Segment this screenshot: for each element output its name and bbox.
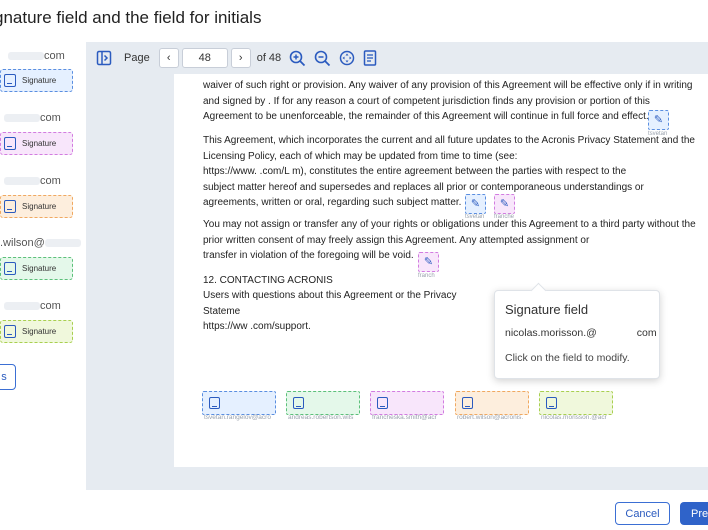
signature-icon <box>377 397 388 409</box>
initials-field[interactable]: ✎ <box>648 110 669 130</box>
recipient-sidebar: com Signature com Signature com Signatur… <box>0 42 86 490</box>
paragraph-entire-agreement: This Agreement, which incorporates the c… <box>203 135 695 208</box>
redacted-text <box>44 239 81 248</box>
recipient-email: com <box>4 175 61 187</box>
redacted-text <box>4 302 40 311</box>
page-label: Page <box>124 52 150 64</box>
cancel-button[interactable]: Cancel <box>615 502 670 525</box>
field-caption: franch <box>418 273 435 279</box>
recipient-email: com <box>8 50 65 62</box>
tooltip-title: Signature field <box>505 302 589 317</box>
signature-field-caption: andreas.robertson.wils <box>288 414 354 421</box>
fit-page-icon[interactable] <box>339 50 355 66</box>
signature-icon <box>293 397 304 409</box>
signature-field[interactable] <box>370 391 444 415</box>
signature-field[interactable] <box>455 391 529 415</box>
field-caption: franche <box>494 214 515 220</box>
dialog-footer <box>0 490 708 530</box>
initials-field[interactable]: ✎ <box>418 252 439 272</box>
signature-chip[interactable]: Signature <box>0 69 73 92</box>
redacted-text <box>4 177 40 186</box>
paragraph-assignment: You may not assign or transfer any of yo… <box>203 219 696 261</box>
redacted-text <box>597 329 637 337</box>
recipient-email: .wilson@ <box>0 237 81 249</box>
pencil-icon: ✎ <box>653 113 664 126</box>
signature-field[interactable] <box>539 391 613 415</box>
paragraph-waiver: waiver of such right or provision. Any w… <box>203 80 693 122</box>
redacted-text <box>8 52 44 61</box>
signature-field-caption: nicolas.morisson.@acr <box>541 414 607 421</box>
field-caption: tsvetan <box>465 214 485 220</box>
redacted-text <box>4 114 40 123</box>
signature-chip[interactable]: Signature <box>0 132 73 155</box>
initials-field[interactable]: ✎ <box>465 194 486 214</box>
page-number-input[interactable]: 48 <box>181 48 228 68</box>
paragraph-contacting: Users with questions about this Agreemen… <box>203 290 457 332</box>
tooltip-hint: Click on the field to modify. <box>505 352 630 364</box>
signature-field-tooltip: Signature field nicolas.morisson.@ com Cl… <box>494 290 660 379</box>
signature-icon <box>4 137 16 150</box>
signature-icon <box>4 262 16 275</box>
viewer-toolbar: Page ‹ 48 › of 48 <box>86 42 708 74</box>
signature-chip[interactable]: Signature <box>0 257 73 280</box>
signature-icon <box>4 325 16 338</box>
signature-field-caption: robert.wilson@acronis. <box>457 414 524 421</box>
initials-field[interactable]: ✎ <box>494 194 515 214</box>
zoom-in-icon[interactable] <box>289 50 306 67</box>
document-icon[interactable] <box>363 50 377 66</box>
signature-field[interactable] <box>286 391 360 415</box>
prev-page-button[interactable]: ‹ <box>158 48 179 68</box>
total-pages-label: of 48 <box>256 52 282 64</box>
signature-field-caption: francheska.smith@acr <box>372 414 437 421</box>
pencil-icon: ✎ <box>499 197 510 210</box>
signature-icon <box>546 397 557 409</box>
signature-icon <box>209 397 220 409</box>
preview-button[interactable]: Pre <box>680 502 708 525</box>
signature-field[interactable] <box>202 391 276 415</box>
recipient-email: com <box>4 300 61 312</box>
signature-icon <box>462 397 473 409</box>
zoom-out-icon[interactable] <box>314 50 331 67</box>
signature-icon <box>4 200 16 213</box>
signature-field-caption: tsvetan.rangelov@acro <box>204 414 271 421</box>
field-caption: tsvetan <box>648 131 668 137</box>
recipient-email: com <box>4 112 61 124</box>
section-heading: 12. CONTACTING ACRONIS <box>203 275 333 286</box>
dialog-title: gnature field and the field for initials <box>0 8 262 27</box>
signature-icon <box>4 74 16 87</box>
pencil-icon: ✎ <box>470 197 481 210</box>
app-window: gnature field and the field for initials… <box>0 0 708 530</box>
panel-toggle-icon[interactable] <box>96 50 112 66</box>
signature-chip[interactable]: Signature <box>0 320 73 343</box>
signature-chip[interactable]: Signature <box>0 195 73 218</box>
pencil-icon: ✎ <box>423 255 434 268</box>
sidebar-action-button[interactable]: s <box>0 364 16 390</box>
next-page-button[interactable]: › <box>230 48 251 68</box>
tooltip-email: nicolas.morisson.@ com <box>505 327 657 339</box>
